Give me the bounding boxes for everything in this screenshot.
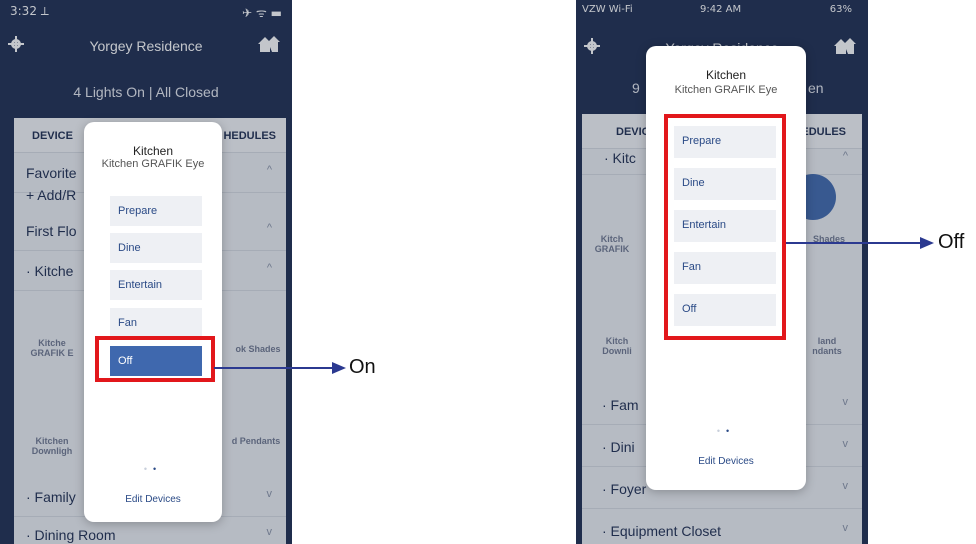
status-time: 9:42 AM: [700, 4, 742, 15]
annotation-arrow: [214, 362, 346, 374]
status-carrier: VZW Wi-Fi: [582, 4, 633, 15]
page-indicator: ••: [143, 464, 163, 474]
home-status-summary-left: 9: [632, 80, 640, 96]
chevron-up-icon: ^: [842, 150, 848, 162]
chevron-down-icon: v: [842, 522, 849, 534]
tab-schedules[interactable]: HEDULES: [223, 130, 276, 142]
annotation-arrow: [786, 237, 934, 249]
device-tile-label[interactable]: Kitche GRAFIK E: [22, 338, 82, 358]
edit-devices-link[interactable]: Edit Devices: [84, 494, 222, 505]
chevron-down-icon: v: [266, 526, 273, 538]
modal-subtitle: Kitchen GRAFIK Eye: [101, 158, 205, 170]
device-tile-label[interactable]: Kitchen Downligh: [22, 436, 82, 456]
device-tile-label[interactable]: Kitch GRAFIK: [590, 234, 634, 254]
tab-devices[interactable]: DEVIC: [616, 126, 650, 138]
device-tile-label[interactable]: land ndants: [802, 336, 852, 356]
chevron-up-icon: ^: [266, 262, 272, 274]
chevron-down-icon: v: [842, 438, 849, 450]
home-status-summary-right: en: [808, 80, 824, 96]
residence-title: Yorgey Residence: [89, 38, 203, 54]
status-time: 3:32 ⟂: [10, 4, 49, 18]
device-tile-label[interactable]: d Pendants: [224, 436, 288, 446]
chevron-up-icon: ^: [266, 164, 272, 176]
house-icon[interactable]: [256, 34, 280, 54]
scene-button-dine[interactable]: Dine: [110, 233, 202, 263]
annotation-label-on: On: [349, 356, 376, 378]
edit-devices-link[interactable]: Edit Devices: [646, 456, 806, 467]
modal-title: Kitchen: [132, 144, 174, 158]
chevron-down-icon: v: [266, 488, 273, 500]
device-tile-label[interactable]: ok Shades: [228, 344, 288, 354]
page-indicator: ••: [716, 426, 736, 436]
chevron-down-icon: v: [842, 396, 849, 408]
status-bar: VZW Wi-Fi 9:42 AM 63%: [576, 0, 868, 22]
annotation-label-off: Off: [938, 231, 965, 253]
status-battery: 63%: [829, 4, 852, 15]
status-icons: ✈ ᯤ ▬: [242, 6, 282, 20]
modal-subtitle: Kitchen GRAFIK Eye: [674, 84, 778, 96]
list-item[interactable]: · Equipment Closet v: [582, 512, 862, 544]
scene-button-entertain[interactable]: Entertain: [110, 270, 202, 300]
highlight-box-off: [95, 336, 215, 382]
home-status-summary: 4 Lights On | All Closed: [73, 84, 219, 100]
chevron-down-icon: v: [842, 480, 849, 492]
tab-schedules[interactable]: EDULES: [801, 126, 846, 138]
highlight-box-scenes: [664, 114, 786, 340]
device-tile-label[interactable]: Kitch Downli: [594, 336, 640, 356]
modal-title: Kitchen: [705, 68, 747, 82]
left-phone-screenshot: 3:32 ⟂ ✈ ᯤ ▬ Yorgey Residence 4 Lights O…: [0, 0, 292, 544]
tab-devices[interactable]: DEVICE: [32, 130, 73, 142]
status-bar: 3:32 ⟂ ✈ ᯤ ▬: [0, 0, 292, 22]
scene-modal: Kitchen Kitchen GRAFIK Eye Prepare Dine …: [84, 122, 222, 522]
chevron-up-icon: ^: [266, 222, 272, 234]
scene-button-prepare[interactable]: Prepare: [110, 196, 202, 226]
scene-button-fan[interactable]: Fan: [110, 308, 202, 338]
